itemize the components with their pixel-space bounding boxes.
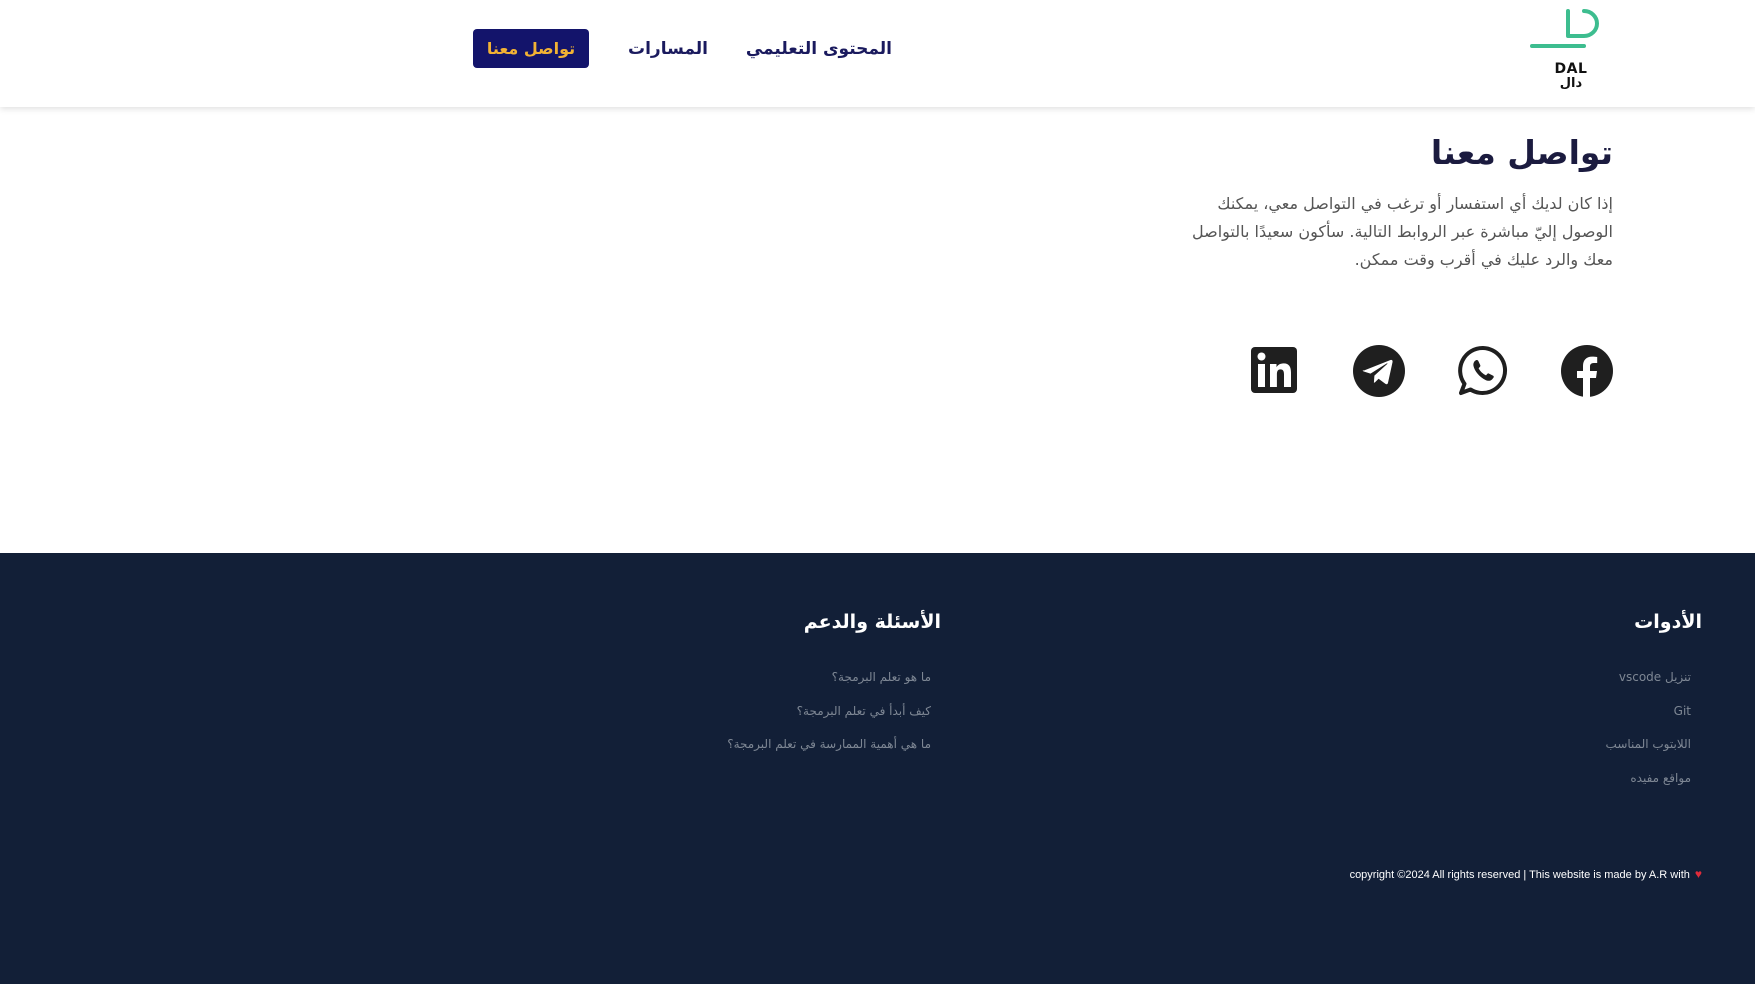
site-header: DAL دال المحتوى التعليمي المسارات تواصل … — [0, 0, 1755, 107]
logo-d-icon — [1530, 9, 1599, 48]
nav-link-paths[interactable]: المسارات — [624, 36, 708, 62]
contact-us-button[interactable]: تواصل معنا — [473, 29, 589, 68]
copyright-text: copyright ©2024 All rights reserved | Th… — [1349, 869, 1690, 881]
footer-link-vscode[interactable]: تنزيل vscode — [1431, 670, 1691, 704]
contact-description: إذا كان لديك أي استفسار أو ترغب في التوا… — [1191, 194, 1613, 269]
footer-tools-list: تنزيل vscode Git اللابتوب المناسب مواقع … — [1431, 670, 1691, 804]
logo-text-en: DAL — [1554, 61, 1588, 77]
footer-faq-heading: الأسئلة والدعم — [803, 611, 941, 633]
logo[interactable]: DAL دال — [1528, 8, 1608, 94]
footer-link-faq-3[interactable]: ما هي أهمية الممارسة في تعلم البرمجة؟ — [611, 737, 931, 771]
footer-link-useful-sites[interactable]: مواقع مفيده — [1431, 771, 1691, 805]
footer-faq-list: ما هو تعلم البرمجة؟ كيف أبدأ في تعلم الب… — [611, 670, 931, 771]
facebook-icon[interactable] — [1561, 345, 1613, 397]
site-footer: الأدوات تنزيل vscode Git اللابتوب المناس… — [0, 553, 1755, 984]
page-title: تواصل معنا — [1430, 133, 1613, 172]
footer-link-faq-1[interactable]: ما هو تعلم البرمجة؟ — [611, 670, 931, 704]
heart-icon: ♥ — [1694, 867, 1702, 881]
telegram-icon[interactable] — [1353, 345, 1405, 397]
linkedin-icon[interactable] — [1249, 345, 1301, 397]
footer-link-git[interactable]: Git — [1431, 704, 1691, 738]
whatsapp-icon[interactable] — [1457, 345, 1509, 397]
copyright-line: copyright ©2024 All rights reserved | Th… — [902, 867, 1702, 881]
footer-link-laptop[interactable]: اللابتوب المناسب — [1431, 737, 1691, 771]
logo-text-ar: دال — [1559, 76, 1583, 91]
footer-link-faq-2[interactable]: كيف أبدأ في تعلم البرمجة؟ — [611, 704, 931, 738]
nav-link-content[interactable]: المحتوى التعليمي — [742, 36, 892, 62]
footer-tools-heading: الأدوات — [1634, 611, 1702, 633]
